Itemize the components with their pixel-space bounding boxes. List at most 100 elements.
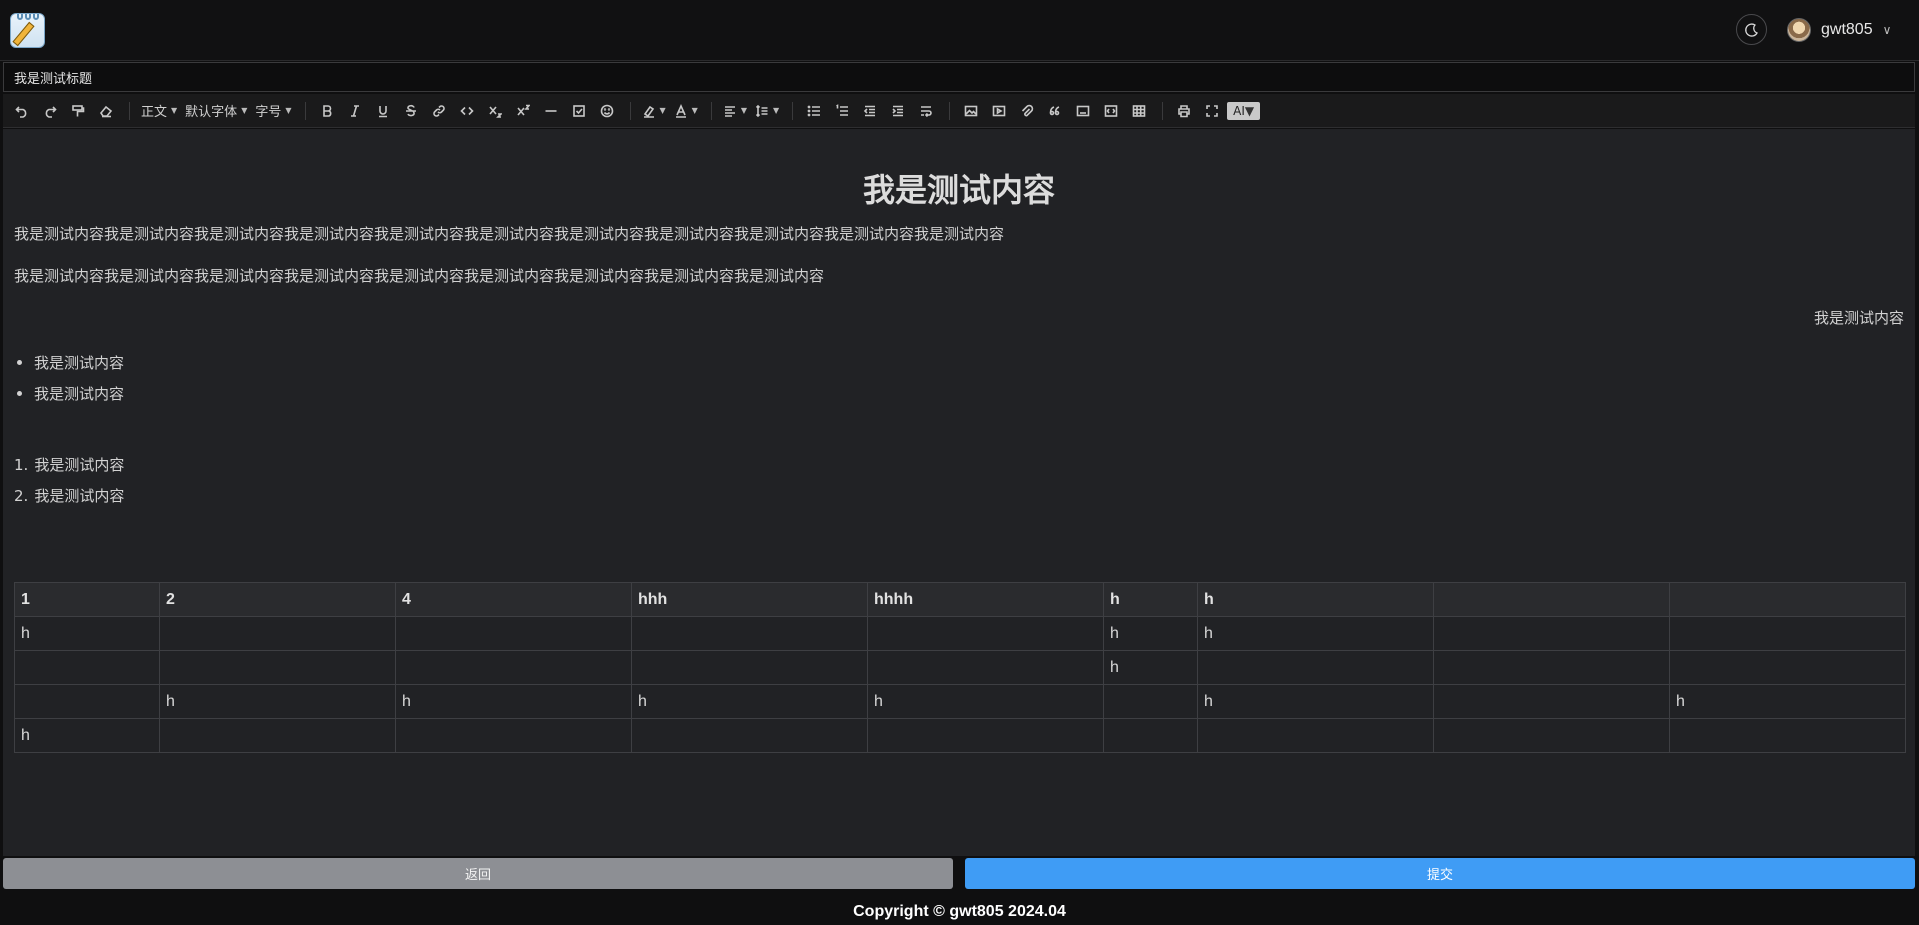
font-family-dropdown[interactable]: 默认字体 ▼ [182, 98, 250, 124]
strikethrough-icon[interactable] [398, 98, 424, 124]
undo-icon[interactable] [9, 98, 35, 124]
table-cell[interactable] [867, 718, 1104, 753]
list-number: 2. [14, 486, 29, 505]
eraser-icon[interactable] [93, 98, 119, 124]
submit-button[interactable]: 提交 [965, 858, 1915, 889]
emoji-icon[interactable] [594, 98, 620, 124]
line-height-icon[interactable]: ▼ [752, 98, 782, 124]
image-icon[interactable] [958, 98, 984, 124]
table-header-cell[interactable]: 4 [395, 582, 632, 617]
table-cell[interactable] [1103, 718, 1198, 753]
table-cell[interactable] [1433, 718, 1670, 753]
table-header-cell[interactable]: 1 [14, 582, 160, 617]
caret-down-icon: ▼ [171, 106, 178, 115]
table-header-cell[interactable] [1433, 582, 1670, 617]
table-cell[interactable] [1103, 684, 1198, 719]
fullscreen-icon[interactable] [1199, 98, 1225, 124]
superscript-icon[interactable] [510, 98, 536, 124]
caret-down-icon: ▼ [772, 106, 780, 115]
table-row: h [14, 650, 1906, 685]
table-cell[interactable] [1433, 684, 1670, 719]
back-button[interactable]: 返回 [3, 858, 953, 889]
table-header-cell[interactable]: hhh [631, 582, 868, 617]
table-cell[interactable]: h [14, 616, 160, 651]
link-icon[interactable] [426, 98, 452, 124]
table-row: h [14, 718, 1906, 753]
table-cell[interactable] [159, 616, 396, 651]
table-cell[interactable] [1433, 616, 1670, 651]
table-header-cell[interactable]: hhhh [867, 582, 1104, 617]
video-icon[interactable] [986, 98, 1012, 124]
notepad-pencil-icon[interactable] [10, 13, 45, 48]
subscript-icon[interactable] [482, 98, 508, 124]
table-cell[interactable] [867, 650, 1104, 685]
table-cell[interactable]: h [1669, 684, 1906, 719]
table-cell[interactable] [631, 616, 868, 651]
table-cell[interactable] [631, 650, 868, 685]
table-cell[interactable]: h [1197, 616, 1434, 651]
editor-content[interactable]: 我是测试内容 我是测试内容我是测试内容我是测试内容我是测试内容我是测试内容我是测… [3, 129, 1915, 856]
table-cell[interactable]: h [1197, 684, 1434, 719]
todo-checkbox-icon[interactable] [566, 98, 592, 124]
text-wrap-icon[interactable] [913, 98, 939, 124]
table-cell[interactable] [14, 650, 160, 685]
table-cell[interactable]: h [631, 684, 868, 719]
table-cell[interactable] [1669, 616, 1906, 651]
font-color-icon[interactable]: ▼ [671, 98, 701, 124]
redo-icon[interactable] [37, 98, 63, 124]
table-header-cell[interactable]: h [1103, 582, 1198, 617]
table-cell[interactable]: h [867, 684, 1104, 719]
table-cell[interactable] [867, 616, 1104, 651]
toolbar-divider [304, 101, 306, 120]
avatar [1787, 18, 1811, 42]
paragraph-style-dropdown[interactable]: 正文 ▼ [138, 98, 180, 124]
table-header-cell[interactable] [1669, 582, 1906, 617]
table-cell[interactable]: h [1103, 650, 1198, 685]
numbered-list-icon[interactable] [829, 98, 855, 124]
format-painter-icon[interactable] [65, 98, 91, 124]
toolbar-divider [1162, 101, 1164, 120]
theme-toggle-button[interactable] [1736, 14, 1767, 45]
table-cell[interactable] [1197, 650, 1434, 685]
table-cell[interactable] [631, 718, 868, 753]
indent-icon[interactable] [885, 98, 911, 124]
toolbar-divider [792, 101, 794, 120]
table-cell[interactable] [395, 650, 632, 685]
code-icon[interactable] [454, 98, 480, 124]
table-cell[interactable] [14, 684, 160, 719]
table-cell[interactable] [1669, 650, 1906, 685]
highlight-color-icon[interactable]: ▼ [639, 98, 669, 124]
table-cell[interactable]: h [395, 684, 632, 719]
footnote-icon[interactable] [1070, 98, 1096, 124]
table-cell[interactable] [1433, 650, 1670, 685]
font-size-dropdown[interactable]: 字号 ▼ [252, 98, 294, 124]
table-cell[interactable] [159, 650, 396, 685]
horizontal-rule-icon[interactable] [538, 98, 564, 124]
table-cell[interactable] [1669, 718, 1906, 753]
table-cell[interactable] [395, 616, 632, 651]
italic-icon[interactable] [342, 98, 368, 124]
table-icon[interactable] [1126, 98, 1152, 124]
list-item: 1. 我是测试内容 [14, 449, 124, 480]
bold-icon[interactable] [314, 98, 340, 124]
underline-icon[interactable] [370, 98, 396, 124]
table-cell[interactable] [395, 718, 632, 753]
table-header-cell[interactable]: h [1197, 582, 1434, 617]
table-cell[interactable]: h [159, 684, 396, 719]
title-input[interactable] [3, 62, 1915, 92]
code-block-icon[interactable] [1098, 98, 1124, 124]
table-cell[interactable]: h [1103, 616, 1198, 651]
ai-assistant-button[interactable]: AI ▼ [1227, 101, 1261, 120]
table-header-cell[interactable]: 2 [159, 582, 396, 617]
print-icon[interactable] [1171, 98, 1197, 124]
chevron-down-icon: ∨ [1882, 23, 1892, 37]
bullet-list-icon[interactable] [801, 98, 827, 124]
align-icon[interactable]: ▼ [720, 98, 750, 124]
user-menu[interactable]: gwt805 ∨ [1787, 17, 1891, 43]
outdent-icon[interactable] [857, 98, 883, 124]
table-cell[interactable] [159, 718, 396, 753]
quote-icon[interactable] [1042, 98, 1068, 124]
table-cell[interactable] [1197, 718, 1434, 753]
table-cell[interactable]: h [14, 718, 160, 753]
attachment-icon[interactable] [1014, 98, 1040, 124]
